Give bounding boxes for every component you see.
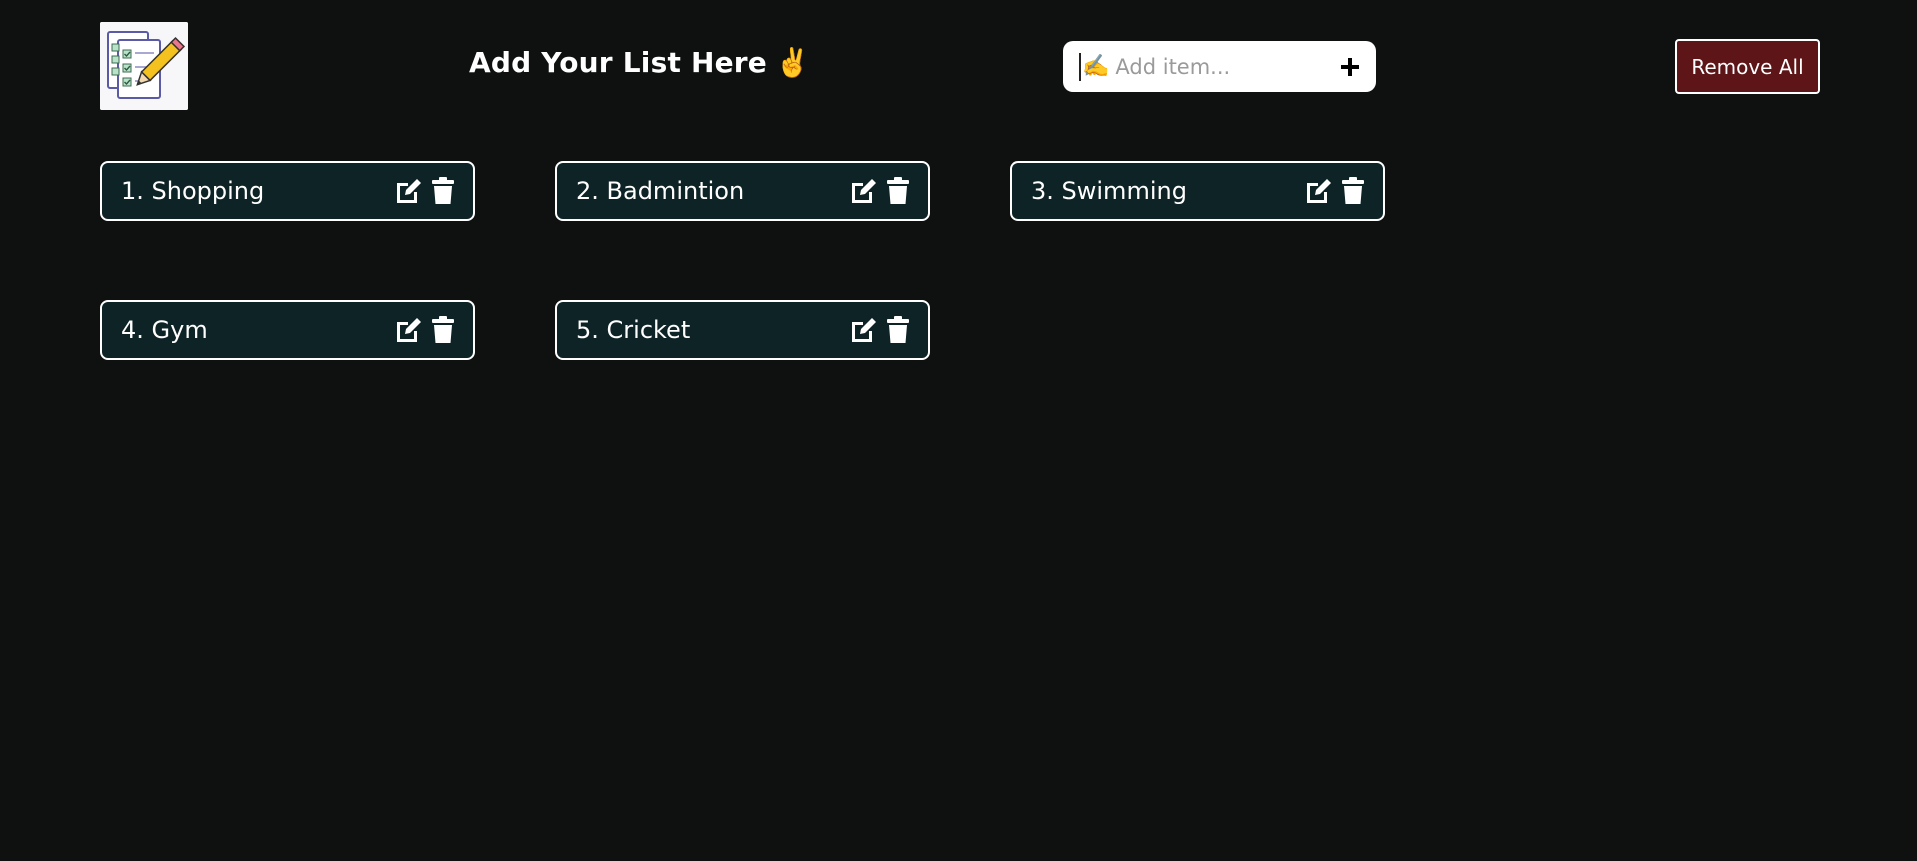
list-item: 5. Cricket <box>555 300 930 360</box>
edit-icon[interactable] <box>848 316 878 344</box>
trash-icon[interactable] <box>1341 177 1365 205</box>
edit-icon[interactable] <box>1303 177 1333 205</box>
list-item-actions <box>848 316 910 344</box>
list-item-label: 1. Shopping <box>121 177 265 205</box>
add-item-box: ✍️ <box>1063 41 1376 92</box>
list-item-actions <box>393 177 455 205</box>
todo-app: Add Your List Here✌️ ✍️ Remove All 1. Sh… <box>0 0 1917 861</box>
trash-icon[interactable] <box>431 177 455 205</box>
trash-icon[interactable] <box>886 177 910 205</box>
list-item-label: 2. Badmintion <box>576 177 745 205</box>
trash-icon[interactable] <box>431 316 455 344</box>
add-item-input[interactable] <box>1115 54 1338 79</box>
list-item: 1. Shopping <box>100 161 475 221</box>
checklist-with-pencil-icon <box>100 22 188 110</box>
list-item: 4. Gym <box>100 300 475 360</box>
text-cursor <box>1079 52 1081 81</box>
edit-icon[interactable] <box>393 316 423 344</box>
page-title: Add Your List Here ✌️ <box>469 46 810 79</box>
edit-icon[interactable] <box>393 177 423 205</box>
list-item-label: 4. Gym <box>121 316 208 344</box>
victory-hand-icon: ✌️ <box>775 46 811 79</box>
list-item: 3. Swimming <box>1010 161 1385 221</box>
plus-icon[interactable] <box>1338 55 1362 79</box>
trash-icon[interactable] <box>886 316 910 344</box>
list-item-label: 3. Swimming <box>1031 177 1187 205</box>
list-item-actions <box>848 177 910 205</box>
remove-all-button[interactable]: Remove All <box>1675 39 1820 94</box>
list-item: 2. Badmintion <box>555 161 930 221</box>
list-item-actions <box>393 316 455 344</box>
page-title-text: Add Your List Here <box>469 46 767 79</box>
list-item-label: 5. Cricket <box>576 316 691 344</box>
edit-icon[interactable] <box>848 177 878 205</box>
app-logo <box>100 22 188 110</box>
writing-hand-icon: ✍️ <box>1082 53 1110 79</box>
list-item-actions <box>1303 177 1365 205</box>
